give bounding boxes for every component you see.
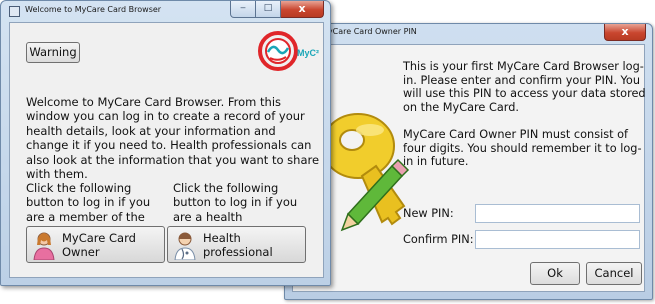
professional-button-label: Health professional (203, 230, 273, 259)
owner-button-label: MyCare Card Owner (62, 230, 136, 259)
mycare-card-owner-button[interactable]: MyCare Card Owner (26, 226, 165, 263)
maximize-button[interactable]: □ (256, 1, 281, 18)
logo-text: MyC² (297, 48, 319, 58)
card-owner-icon (33, 232, 55, 260)
key-icon (321, 113, 410, 232)
welcome-intro-text: Welcome to MyCare Card Browser. From thi… (26, 95, 320, 182)
confirm-pin-label: Confirm PIN: (403, 233, 474, 246)
new-pin-input[interactable] (475, 204, 640, 223)
health-professional-button[interactable]: Health professional (167, 226, 306, 263)
window-controls: ‒ □ x (230, 1, 324, 18)
cancel-button[interactable]: Cancel (586, 262, 642, 285)
mycare-logo: MyC² (258, 31, 319, 71)
welcome-window-title: Welcome to MyCare Card Browser (25, 5, 162, 14)
ok-button[interactable]: Ok (530, 262, 580, 285)
close-button[interactable]: x (281, 1, 324, 18)
confirm-pin-input[interactable] (475, 230, 640, 249)
app-window-icon (9, 6, 20, 17)
minimize-button[interactable]: ‒ (230, 1, 256, 18)
warning-button[interactable]: Warning (26, 42, 80, 63)
health-professional-icon (174, 232, 196, 260)
new-pin-label: New PIN: (403, 207, 454, 220)
pin-intro-text: This is your first MyCare Card Browser l… (403, 60, 646, 114)
pin-dialog-close-button[interactable]: x (604, 24, 646, 41)
pin-rule-text: MyCare Card Owner PIN must consist of fo… (403, 128, 642, 168)
pin-dialog-title: MyCare Card Owner PIN (321, 27, 417, 36)
